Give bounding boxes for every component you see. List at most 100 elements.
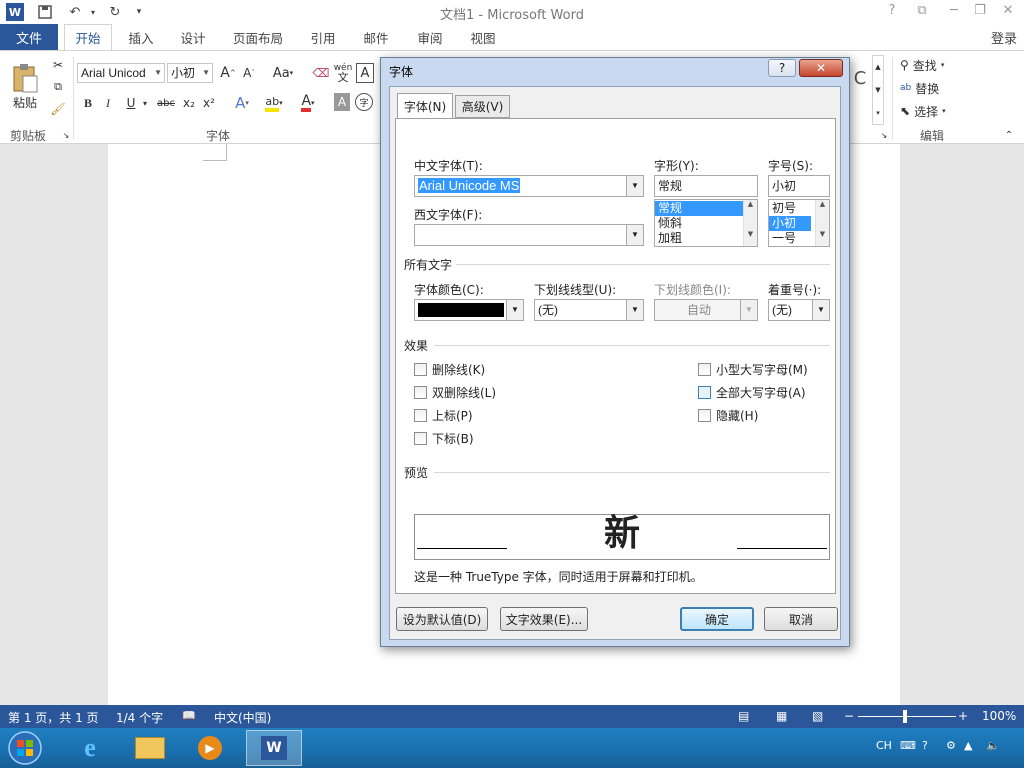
settings-icon[interactable]: ⚙ (946, 739, 956, 752)
keyboard-icon[interactable]: ⌨ (900, 739, 916, 752)
tab-mailings[interactable]: 邮件 (352, 24, 400, 50)
size-option[interactable]: 小初 (769, 216, 811, 231)
double-strikethrough-checkbox[interactable]: 双删除线(L) (414, 384, 496, 401)
tab-insert[interactable]: 插入 (118, 24, 164, 50)
dialog-help-button[interactable]: ? (768, 59, 796, 77)
tab-design[interactable]: 设计 (170, 24, 216, 50)
zoom-out-button[interactable]: − (844, 709, 854, 723)
highlight-button[interactable]: ab ▾ (262, 93, 286, 113)
print-layout-icon[interactable]: ▦ (776, 709, 787, 723)
web-layout-icon[interactable]: ▧ (812, 709, 823, 723)
tab-font[interactable]: 字体(N) (397, 93, 453, 119)
font-color-picker[interactable]: ▼ (414, 299, 524, 321)
select-button[interactable]: ⬉ 选择 ▾ (900, 101, 964, 121)
taskbar-file-explorer[interactable] (122, 730, 178, 766)
strikethrough-checkbox[interactable]: 删除线(K) (414, 361, 485, 378)
font-color-button[interactable]: A ▾ (296, 93, 320, 113)
text-effects-button[interactable]: A ▾ (232, 93, 252, 113)
style-option[interactable]: 常规 (655, 201, 743, 216)
sign-in-link[interactable]: 登录 (984, 24, 1024, 50)
bold-button[interactable]: B (80, 93, 96, 113)
volume-icon[interactable]: 🔈 (986, 739, 1000, 752)
tab-references[interactable]: 引用 (300, 24, 346, 50)
cn-font-combo[interactable]: Arial Unicode MS ▼ (414, 175, 644, 197)
close-button[interactable]: ✕ (998, 3, 1018, 21)
checkbox-box[interactable] (414, 432, 427, 445)
style-option[interactable]: 加粗 (655, 231, 757, 246)
format-painter-icon[interactable]: 🖌 (50, 101, 66, 117)
emphasis-combo[interactable]: (无) ▼ (768, 299, 830, 321)
tab-review[interactable]: 审阅 (406, 24, 454, 50)
cancel-button[interactable]: 取消 (764, 607, 838, 631)
size-listbox[interactable]: 初号 小初 一号 ▲ ▼ (768, 199, 830, 247)
chevron-down-icon[interactable]: ▼ (812, 300, 829, 320)
taskbar-word[interactable]: W (246, 730, 302, 766)
find-button[interactable]: ⚲ 查找 ▾ (900, 55, 964, 75)
font-size-combo[interactable]: 小初 ▼ (167, 63, 213, 83)
checkbox-box[interactable] (698, 409, 711, 422)
replace-button[interactable]: ab 替换 (900, 78, 964, 98)
zoom-level[interactable]: 100% (982, 709, 1016, 723)
char-shading-button[interactable]: A (334, 93, 350, 111)
chevron-down-icon[interactable]: ▼ (626, 176, 643, 196)
ok-button[interactable]: 确定 (680, 607, 754, 631)
restore-button[interactable]: ❐ (970, 3, 990, 21)
taskbar-internet-explorer[interactable]: e (62, 730, 118, 766)
tab-page-layout[interactable]: 页面布局 (222, 24, 294, 50)
all-caps-checkbox[interactable]: 全部大写字母(A) (698, 384, 806, 401)
chevron-down-icon[interactable]: ▼ (626, 300, 643, 320)
tab-file[interactable]: 文件 (0, 24, 58, 50)
zoom-slider-track[interactable] (858, 716, 956, 717)
dialog-close-button[interactable]: ✕ (799, 59, 843, 77)
change-case-button[interactable]: Aa ▾ (268, 63, 298, 83)
west-font-combo[interactable]: ▼ (414, 224, 644, 246)
shrink-font-button[interactable]: Aˇ (240, 63, 258, 83)
cut-icon[interactable]: ✂ (50, 57, 66, 73)
font-name-combo[interactable]: Arial Unicod ▼ (77, 63, 165, 83)
language-indicator[interactable]: 中文(中国) (214, 709, 271, 726)
checkbox-box[interactable] (414, 409, 427, 422)
copy-icon[interactable]: ⧉ (50, 79, 66, 95)
enclose-chars-button[interactable]: 字 (355, 93, 373, 111)
set-default-button[interactable]: 设为默认值(D) (396, 607, 488, 631)
styles-launcher-icon[interactable]: ↘ (880, 131, 888, 140)
char-border-button[interactable]: A (356, 63, 374, 83)
size-input[interactable]: 小初 (768, 175, 830, 197)
superscript-button[interactable]: x² (200, 93, 218, 113)
help-button[interactable]: ? (882, 3, 902, 21)
input-language[interactable]: CH (876, 739, 892, 752)
help-icon[interactable]: ? (922, 739, 928, 752)
paste-button[interactable]: 粘贴 (8, 57, 42, 117)
chevron-down-icon[interactable]: ▼ (626, 225, 643, 245)
styles-gallery-scroll[interactable]: ▲ ▼ ▾ (872, 55, 884, 125)
tab-view[interactable]: 视图 (460, 24, 506, 50)
underline-dropdown-icon[interactable]: ▾ (140, 93, 150, 113)
superscript-checkbox[interactable]: 上标(P) (414, 407, 473, 424)
size-list-scrollbar[interactable]: ▲ ▼ (815, 200, 829, 246)
read-mode-icon[interactable]: ▤ (738, 709, 749, 723)
zoom-slider-thumb[interactable] (903, 710, 907, 723)
strikethrough-button[interactable]: abc (154, 93, 178, 113)
style-input[interactable]: 常规 (654, 175, 758, 197)
hidden-checkbox[interactable]: 隐藏(H) (698, 407, 758, 424)
chevron-down-icon[interactable]: ▼ (506, 300, 523, 320)
clear-formatting-icon[interactable]: ⌫ (312, 63, 330, 83)
grow-font-button[interactable]: A ^ (219, 63, 237, 83)
collapse-ribbon-icon[interactable]: ⌃ (1002, 129, 1016, 141)
checkbox-box[interactable] (698, 386, 711, 399)
proofing-icon[interactable]: 📖 (182, 709, 196, 722)
underline-button[interactable]: U (122, 93, 140, 113)
style-option[interactable]: 倾斜 (655, 216, 757, 231)
page-count[interactable]: 第 1 页，共 1 页 (8, 709, 99, 726)
small-caps-checkbox[interactable]: 小型大写字母(M) (698, 361, 808, 378)
minimize-button[interactable]: ─ (944, 3, 964, 21)
text-effects-button[interactable]: 文字效果(E)... (500, 607, 588, 631)
style-list-scrollbar[interactable]: ▲ ▼ (743, 200, 757, 246)
italic-button[interactable]: I (100, 93, 116, 113)
ribbon-display-options-button[interactable]: ⧉ (912, 3, 932, 21)
tab-advanced[interactable]: 高级(V) (455, 95, 510, 118)
subscript-button[interactable]: x₂ (180, 93, 198, 113)
tab-home[interactable]: 开始 (64, 24, 112, 50)
underline-style-combo[interactable]: (无) ▼ (534, 299, 644, 321)
phonetic-guide-button[interactable]: wén 文 (333, 61, 353, 85)
